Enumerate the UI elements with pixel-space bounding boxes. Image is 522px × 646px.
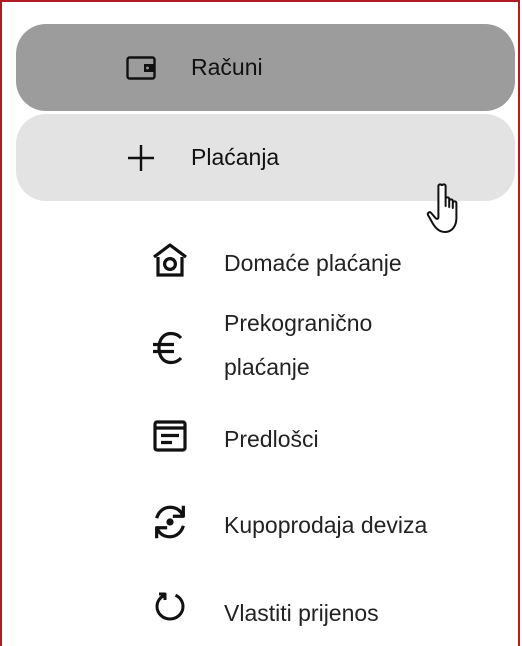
submenu-item-label: Domaće plaćanje [224, 250, 402, 276]
nav-item-racuni[interactable]: Računi [16, 24, 515, 111]
nav-item-label: Računi [191, 54, 263, 80]
submenu-item-prekogranicno-placanje[interactable]: Prekogranično plaćanje [142, 304, 512, 388]
home-payment-icon [150, 240, 190, 280]
currency-exchange-icon [150, 502, 190, 542]
submenu-item-label-line2: plaćanje [224, 354, 310, 380]
euro-icon [150, 328, 190, 368]
template-icon [150, 416, 190, 456]
submenu-item-vlastiti-prijenos[interactable]: Vlastiti prijenos [142, 586, 512, 638]
submenu-item-domace-placanje[interactable]: Domaće plaćanje [142, 238, 512, 290]
submenu-item-predlosci[interactable]: Predlošci [142, 414, 512, 464]
wallet-icon [124, 51, 158, 85]
plus-icon [124, 141, 158, 175]
hand-cursor-icon [426, 182, 474, 238]
nav-item-label: Plaćanja [191, 144, 280, 170]
submenu-item-label: Kupoprodaja deviza [224, 512, 428, 538]
submenu-item-label: Vlastiti prijenos [224, 600, 379, 626]
submenu-item-kupoprodaja-deviza[interactable]: Kupoprodaja deviza [142, 498, 512, 550]
navigation-panel: Računi Plaćanja Domaće plaćanje Prekogra… [0, 0, 520, 646]
transfer-circle-icon [150, 586, 190, 626]
submenu-item-label: Predlošci [224, 426, 319, 452]
submenu-item-label-line1: Prekogranično [224, 310, 373, 336]
